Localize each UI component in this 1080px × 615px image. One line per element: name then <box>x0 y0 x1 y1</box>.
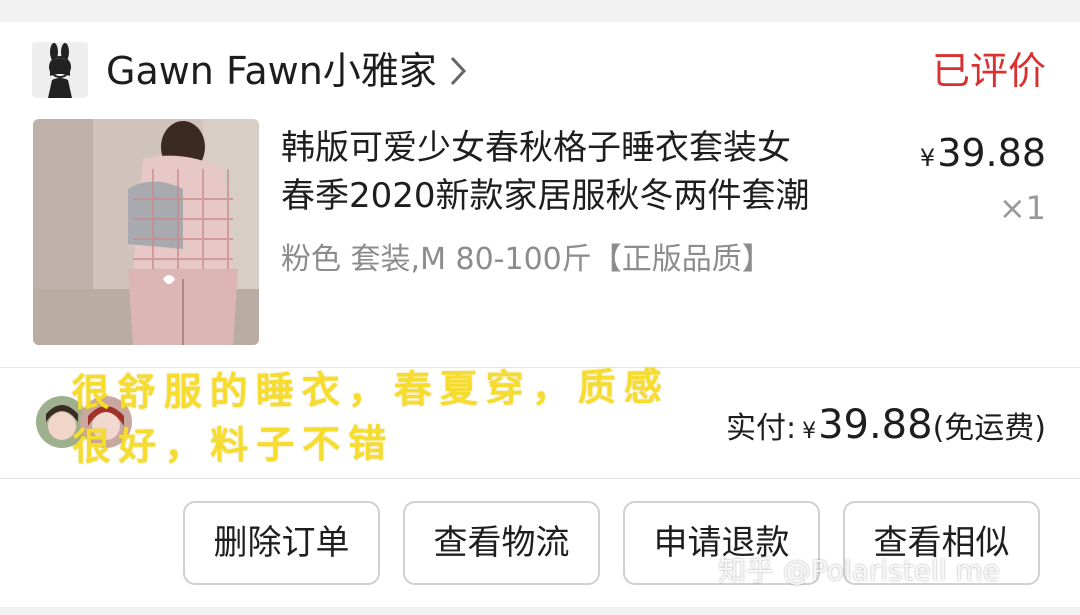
product-sku: 粉色 套装,M 80-100斤【正版品质】 <box>281 242 772 277</box>
product-image[interactable] <box>33 119 259 345</box>
view-logistics-button[interactable]: 查看物流 <box>403 501 600 585</box>
price-value: 39.88 <box>937 131 1046 175</box>
chevron-right-icon[interactable] <box>448 54 470 88</box>
shipping-note: (免运费) <box>932 411 1046 446</box>
payment-amount: 39.88 <box>818 402 933 448</box>
request-refund-button[interactable]: 申请退款 <box>623 501 820 585</box>
annotation-line: 很好，料子不错 <box>72 420 395 469</box>
product-title[interactable]: 韩版可爱少女春秋格子睡衣套装女 春季2020新款家居服秋冬两件套潮 <box>281 124 891 220</box>
annotation-line: 很舒服的睡衣，春夏穿，质感 <box>71 363 670 415</box>
product-title-line: 韩版可爱少女春秋格子睡衣套装女 <box>281 128 791 168</box>
shop-name[interactable]: Gawn Fawn小雅家 <box>106 48 437 94</box>
quantity: ×1 <box>998 189 1046 227</box>
divider <box>0 478 1080 479</box>
delete-order-button[interactable]: 删除订单 <box>183 501 380 585</box>
order-status: 已评价 <box>931 49 1046 93</box>
currency-symbol: ¥ <box>919 144 936 172</box>
shop-logo-icon[interactable] <box>32 42 88 98</box>
handwritten-annotation: 很舒服的睡衣，春夏穿，质感 很好，料子不错 <box>71 358 802 474</box>
unit-price: ¥39.88 <box>920 130 1046 181</box>
order-card: Gawn Fawn小雅家 已评价 韩版可爱少女春秋格子睡衣套装女 春季2020新… <box>0 22 1080 607</box>
view-similar-button[interactable]: 查看相似 <box>843 501 1040 585</box>
currency-symbol: ¥ <box>802 419 817 444</box>
product-title-line: 春季2020新款家居服秋冬两件套潮 <box>281 176 810 216</box>
